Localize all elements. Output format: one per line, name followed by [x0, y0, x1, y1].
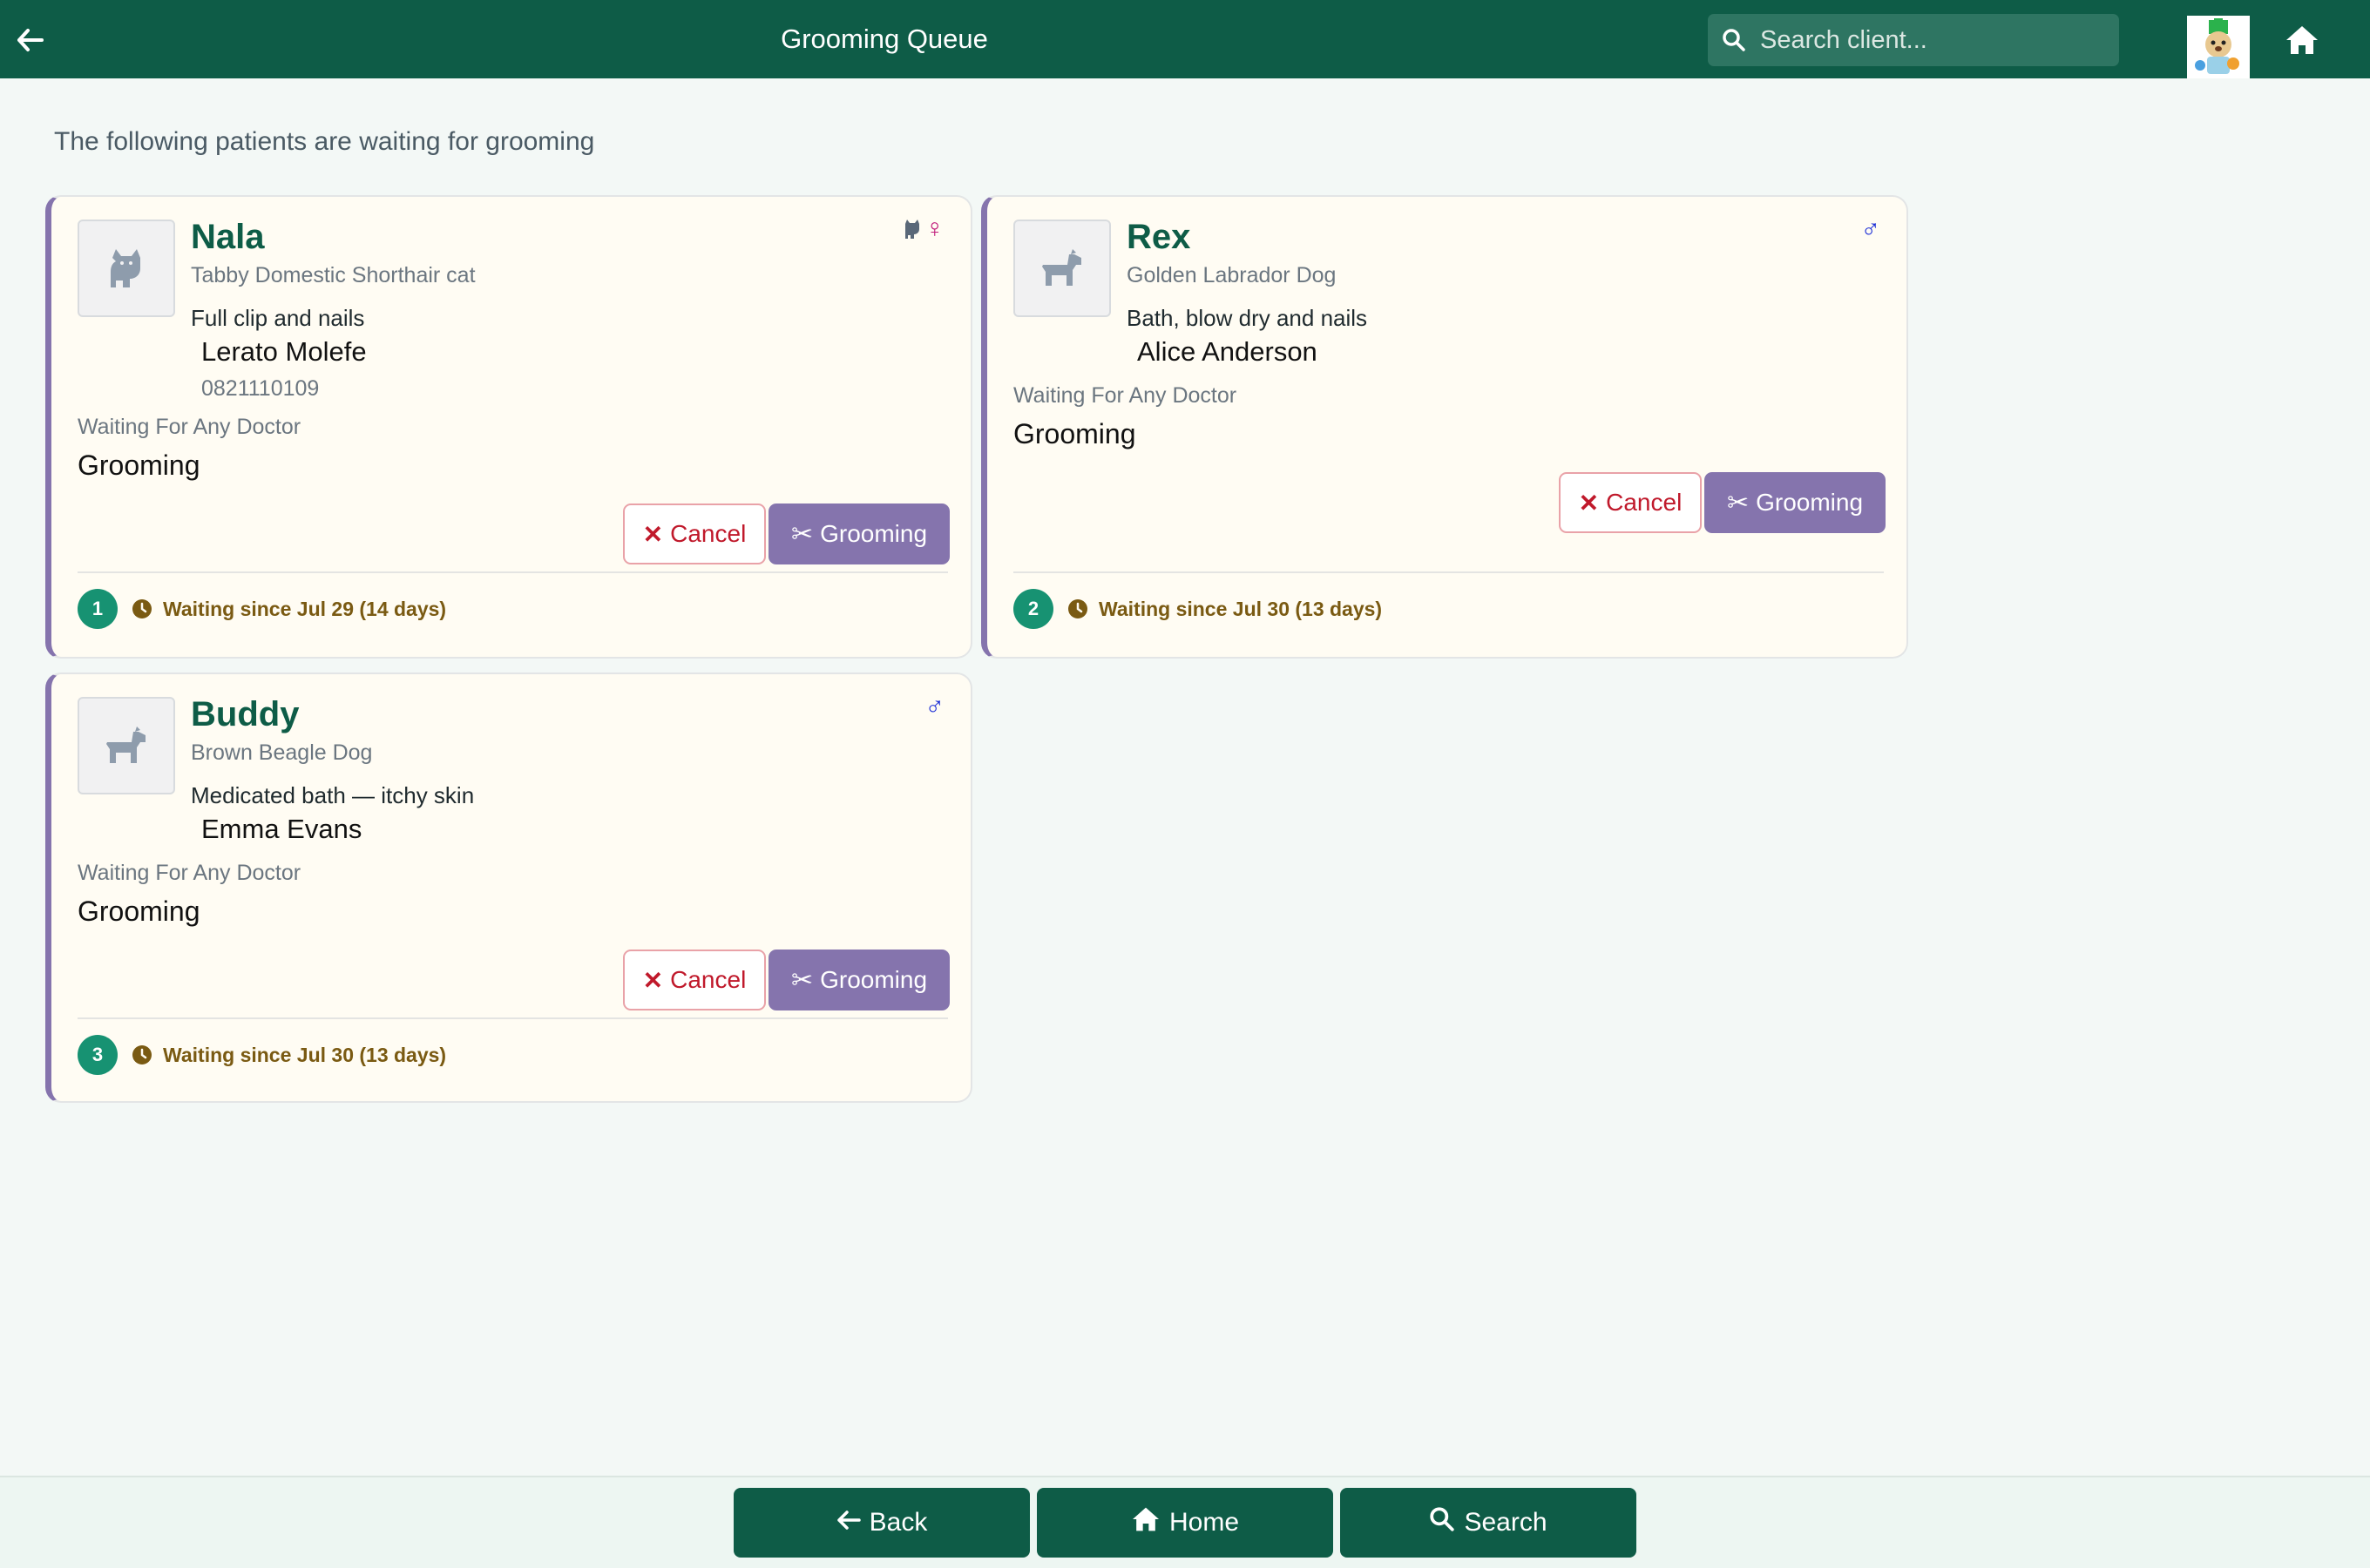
queue-intro-text: The following patients are waiting for g… [54, 127, 595, 156]
cancel-button[interactable]: ✕ Cancel [1559, 472, 1702, 533]
sex-indicator: ♂ [925, 692, 945, 721]
scissors-icon: ✂ [790, 519, 814, 549]
page-title: Grooming Queue [781, 24, 988, 54]
clock-icon [132, 1044, 154, 1066]
pet-breed: Brown Beagle Dog [191, 740, 373, 765]
waiting-info-row: 1 Waiting since Jul 29 (14 days) [78, 589, 446, 629]
queue-type: Grooming [78, 896, 200, 927]
dog-icon [106, 727, 146, 763]
waiting-since-text: Waiting since Jul 29 (14 days) [163, 597, 447, 620]
home-icon [1131, 1506, 1161, 1539]
owner-phone: 0821110109 [201, 376, 320, 401]
card-divider [78, 1017, 948, 1019]
pet-avatar [78, 220, 175, 317]
pet-breed: Golden Labrador Dog [1127, 263, 1337, 287]
dog-icon [1042, 249, 1081, 286]
pet-avatar [78, 697, 175, 794]
female-icon: ♀ [924, 214, 945, 243]
cancel-button[interactable]: ✕ Cancel [623, 950, 766, 1010]
cancel-label: Cancel [670, 520, 747, 547]
close-icon: ✕ [642, 966, 664, 994]
owner-name[interactable]: Alice Anderson [1137, 336, 1317, 368]
pet-breed: Tabby Domestic Shorthair cat [191, 263, 476, 287]
nav-home-label: Home [1168, 1508, 1240, 1537]
bottom-navigation: Back Home Search [0, 1476, 2370, 1568]
nav-search-label: Search [1464, 1508, 1547, 1537]
male-icon: ♂ [1860, 214, 1881, 243]
patient-card[interactable]: Buddy Brown Beagle Dog Medicated bath — … [45, 672, 972, 1103]
sex-indicator: ♂ [1861, 214, 1881, 244]
search-icon [1429, 1506, 1455, 1539]
start-grooming-button[interactable]: ✂ Grooming [769, 504, 950, 564]
queue-number-badge: 1 [78, 589, 118, 629]
start-grooming-button[interactable]: ✂ Grooming [1704, 472, 1886, 533]
waiting-for-label: Waiting For Any Doctor [78, 861, 301, 885]
arrow-left-icon [836, 1508, 861, 1538]
nav-back-label: Back [869, 1508, 928, 1537]
grooming-label: Grooming [820, 966, 928, 993]
nav-back-button[interactable]: Back [734, 1488, 1030, 1558]
service-description: Bath, blow dry and nails [1127, 305, 1368, 331]
top-app-bar: Grooming Queue [0, 0, 2370, 78]
start-grooming-button[interactable]: ✂ Grooming [769, 950, 950, 1010]
clock-icon [132, 598, 154, 620]
nav-search-button[interactable]: Search [1340, 1488, 1636, 1558]
waiting-info-row: 3 Waiting since Jul 30 (13 days) [78, 1035, 446, 1075]
close-icon: ✕ [1578, 489, 1600, 517]
queue-type: Grooming [1013, 418, 1136, 449]
male-icon: ♂ [924, 692, 945, 720]
cancel-label: Cancel [670, 966, 747, 993]
patient-card[interactable]: Nala Tabby Domestic Shorthair cat Full c… [45, 195, 972, 659]
waiting-since-text: Waiting since Jul 30 (13 days) [163, 1043, 447, 1066]
grooming-label: Grooming [1756, 489, 1864, 516]
grooming-label: Grooming [820, 520, 928, 547]
cat-icon [111, 249, 140, 287]
waiting-for-label: Waiting For Any Doctor [78, 415, 301, 439]
clinic-logo[interactable] [2187, 16, 2250, 78]
pet-avatar [1013, 220, 1111, 317]
cancel-button[interactable]: ✕ Cancel [623, 504, 766, 564]
waiting-info-row: 2 Waiting since Jul 30 (13 days) [1013, 589, 1382, 629]
owner-name[interactable]: Lerato Molefe [201, 336, 367, 368]
pet-name[interactable]: Buddy [191, 695, 299, 734]
patient-card[interactable]: Rex Golden Labrador Dog Bath, blow dry a… [981, 195, 1908, 659]
service-description: Medicated bath — itchy skin [191, 782, 475, 808]
waiting-for-label: Waiting For Any Doctor [1013, 383, 1237, 408]
species-sex-indicator: ♀ [903, 214, 945, 244]
queue-number-badge: 3 [78, 1035, 118, 1075]
cancel-label: Cancel [1606, 489, 1683, 516]
close-icon: ✕ [642, 520, 664, 548]
queue-type: Grooming [78, 449, 200, 481]
home-icon[interactable] [2281, 21, 2323, 59]
clock-icon [1067, 598, 1090, 620]
card-divider [78, 571, 948, 573]
scissors-icon: ✂ [790, 965, 814, 995]
queue-number-badge: 2 [1013, 589, 1053, 629]
pet-name[interactable]: Nala [191, 218, 265, 257]
pet-name[interactable]: Rex [1127, 218, 1190, 257]
card-divider [1013, 571, 1884, 573]
cat-icon [904, 220, 919, 239]
search-icon [1708, 14, 1760, 66]
service-description: Full clip and nails [191, 305, 365, 331]
owner-name[interactable]: Emma Evans [201, 814, 362, 845]
client-search-box[interactable] [1708, 14, 2119, 66]
scissors-icon: ✂ [1726, 488, 1750, 517]
search-client-input[interactable] [1760, 25, 2100, 55]
waiting-since-text: Waiting since Jul 30 (13 days) [1099, 597, 1383, 620]
nav-home-button[interactable]: Home [1037, 1488, 1333, 1558]
